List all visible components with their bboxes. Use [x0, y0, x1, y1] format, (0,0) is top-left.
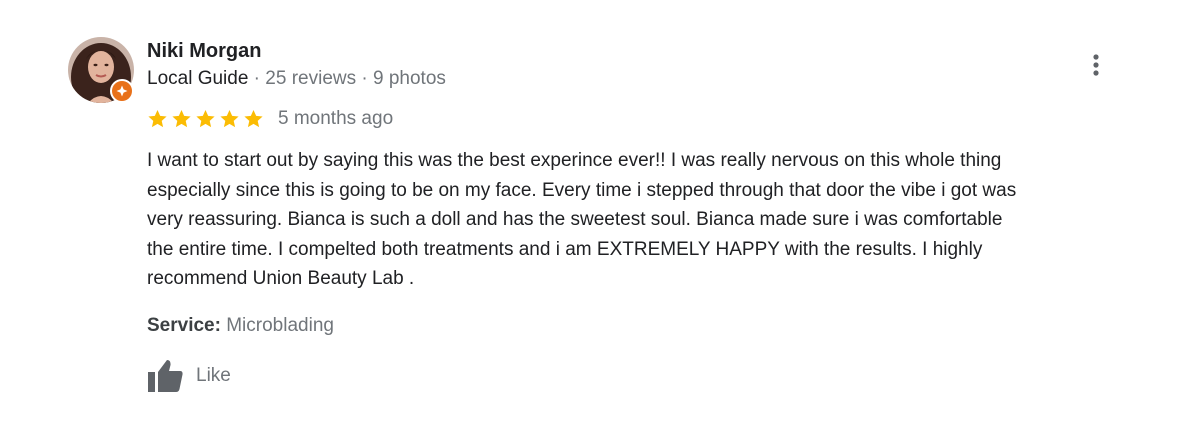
- like-button[interactable]: Like: [146, 358, 231, 394]
- service-info: Service: Microblading: [147, 313, 334, 339]
- star-rating: [146, 108, 265, 130]
- service-value: Microblading: [220, 315, 334, 336]
- reviewer-name[interactable]: Niki Morgan: [147, 38, 261, 64]
- reviewer-avatar[interactable]: [68, 37, 134, 103]
- star-icon: [170, 108, 193, 130]
- review-time: 5 months ago: [278, 108, 394, 129]
- review-card: Niki Morgan Local Guide · 25 reviews · 9…: [0, 0, 1200, 429]
- rating-row: 5 months ago: [146, 106, 393, 132]
- reviewer-meta: Local Guide · 25 reviews · 9 photos: [147, 66, 446, 92]
- more-vertical-icon: [1093, 54, 1099, 76]
- reviewer-level: Local Guide: [147, 68, 249, 89]
- more-options-button[interactable]: [1083, 50, 1109, 80]
- thumbs-up-icon: [148, 360, 183, 392]
- review-text: I want to start out by saying this was t…: [147, 150, 1017, 289]
- like-label: Like: [196, 365, 231, 386]
- star-icon: [218, 108, 241, 130]
- reviewer-stats: · 25 reviews · 9 photos: [248, 68, 446, 89]
- star-icon: [194, 108, 217, 130]
- star-icon: [242, 108, 265, 130]
- star-icon: [146, 108, 169, 130]
- local-guide-badge-icon: [110, 79, 134, 103]
- service-label: Service:: [147, 315, 221, 336]
